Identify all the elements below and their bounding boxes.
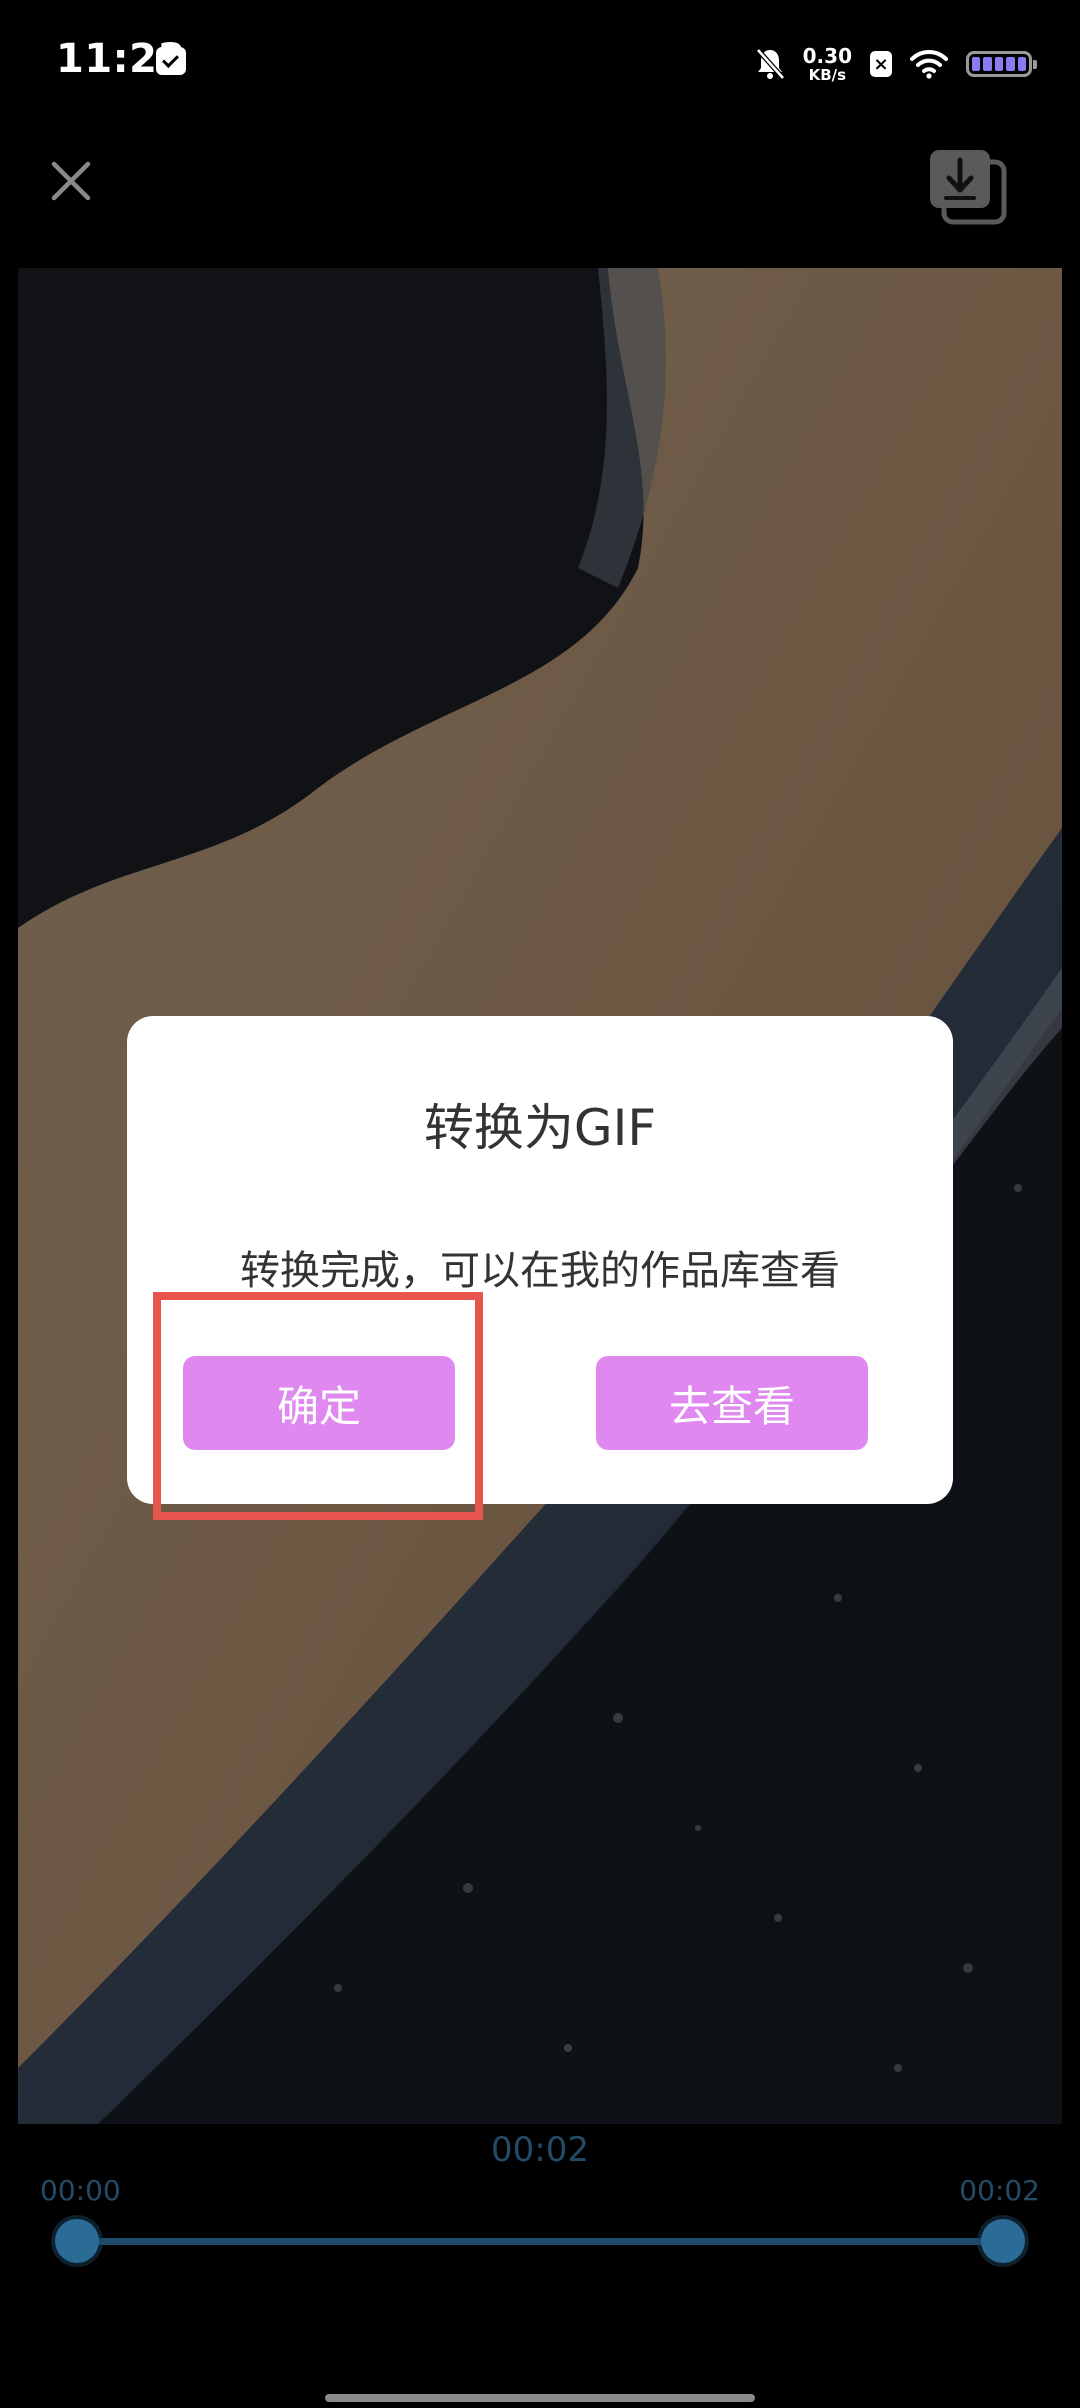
- status-bar: 11:23 0.30 KB/s ×: [0, 0, 1080, 130]
- close-icon[interactable]: [40, 150, 102, 212]
- net-speed-value: 0.30: [802, 43, 852, 68]
- home-indicator[interactable]: [325, 2394, 755, 2402]
- battery-icon: [966, 51, 1037, 77]
- current-time: 00:02: [491, 2130, 589, 2170]
- wifi-icon: [910, 49, 948, 79]
- view-button[interactable]: 去查看: [596, 1356, 868, 1450]
- start-handle[interactable]: [55, 2219, 99, 2263]
- end-time: 00:02: [959, 2174, 1040, 2207]
- screen: 11:23 0.30 KB/s × 转换为GIF 转换完成，可以在我的作品库查看…: [0, 0, 1080, 2408]
- dialog-message: 转换完成，可以在我的作品库查看: [240, 1248, 840, 1294]
- download-icon[interactable]: [922, 142, 1012, 232]
- start-time: 00:00: [40, 2174, 121, 2207]
- net-speed: 0.30 KB/s: [803, 46, 852, 83]
- timeline-track[interactable]: [76, 2238, 1002, 2245]
- bell-muted-icon: [755, 48, 785, 80]
- end-handle[interactable]: [981, 2219, 1025, 2263]
- highlight-box: [153, 1292, 483, 1520]
- sim-x-icon: ×: [870, 51, 892, 77]
- dialog-title: 转换为GIF: [423, 1099, 657, 1157]
- status-icons: 0.30 KB/s ×: [755, 40, 1037, 88]
- net-speed-unit: KB/s: [808, 65, 847, 84]
- message-icon: [156, 47, 186, 75]
